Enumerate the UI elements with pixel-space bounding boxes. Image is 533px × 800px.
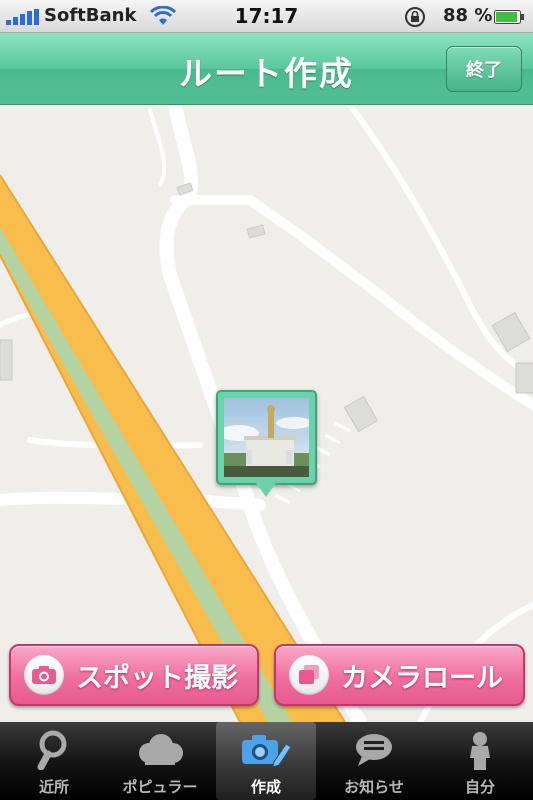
spot-photo-thumbnail	[224, 398, 309, 477]
photo-pin-frame	[216, 390, 317, 485]
signal-bars-icon	[6, 9, 39, 25]
camera-roll-button[interactable]: カメラロール	[274, 644, 525, 706]
tab-bar: 近所 ポピュラー 作成 お知らせ 自分	[0, 722, 533, 800]
camera-roll-label: カメラロール	[341, 662, 503, 694]
cloud-icon	[110, 728, 210, 772]
tab-nearby-label: 近所	[38, 778, 69, 796]
spot-capture-label: スポット撮影	[76, 662, 238, 694]
tab-create-label: 作成	[250, 778, 281, 796]
photo-pin[interactable]	[216, 390, 317, 497]
battery-icon	[494, 10, 524, 24]
tab-popular[interactable]: ポピュラー	[110, 722, 210, 800]
navigation-bar: ルート作成 終了	[0, 33, 533, 105]
tab-me-label: 自分	[464, 778, 495, 796]
person-icon	[430, 728, 530, 772]
photo-pin-tail	[256, 483, 276, 497]
search-icon	[4, 728, 104, 772]
tab-create[interactable]: 作成	[216, 722, 316, 800]
rotation-lock-icon	[405, 7, 425, 27]
spot-capture-button[interactable]: スポット撮影	[9, 644, 259, 706]
done-button[interactable]: 終了	[446, 46, 522, 92]
wifi-icon	[150, 6, 176, 25]
camera-edit-icon	[216, 728, 316, 772]
speech-bubble-icon	[324, 728, 424, 772]
carrier-name: SoftBank	[44, 5, 137, 26]
battery-percent: 88 %	[443, 5, 493, 26]
tab-notifications-label: お知らせ	[344, 778, 404, 796]
tab-notifications[interactable]: お知らせ	[324, 722, 424, 800]
tab-popular-label: ポピュラー	[122, 778, 198, 796]
map-view[interactable]	[0, 105, 533, 722]
photo-stack-icon	[289, 655, 329, 695]
tab-nearby[interactable]: 近所	[4, 722, 104, 800]
tab-me[interactable]: 自分	[430, 722, 530, 800]
status-bar: SoftBank 17:17 88 %	[0, 0, 533, 33]
camera-icon	[24, 655, 64, 695]
